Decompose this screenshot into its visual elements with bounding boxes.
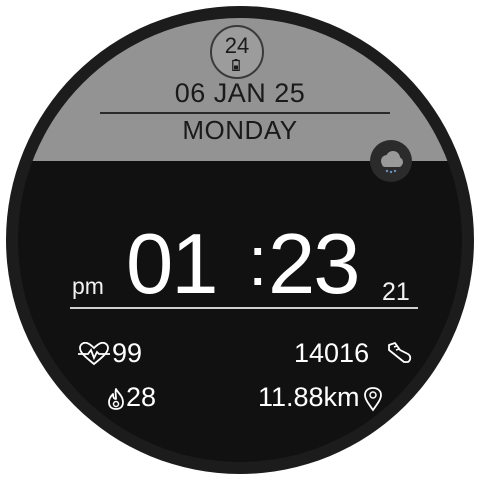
battery-level: 24 [224,33,250,58]
date-text: 06 JAN 25 [174,78,306,108]
time-seconds: 21 [382,278,410,306]
heart-rate-value: 99 [112,338,143,368]
rain-cloud-icon [381,151,403,174]
calories-value: 28 [126,382,157,412]
time-divider [70,307,418,309]
page-indicator-dot [423,373,430,380]
flame-icon [106,387,126,411]
watch-face: 24 06 JAN 25 MONDAY pm 01 : 23 21 99 140… [18,18,462,462]
time-separator: : [248,222,268,300]
watch-bezel: 24 06 JAN 25 MONDAY pm 01 : 23 21 99 140… [6,6,474,474]
location-pin-icon [362,386,384,412]
steps-value: 14016 [294,338,370,368]
battery-complication[interactable]: 24 [210,25,264,79]
shoe-icon [386,340,412,366]
heart-rate-icon [78,342,110,366]
date-divider [100,112,390,114]
battery-icon [232,59,240,71]
am-pm-indicator: pm [72,273,104,299]
time-hours: 01 [126,217,219,312]
distance-value: 11.88km [258,382,360,412]
day-of-week: MONDAY [182,115,298,145]
weather-complication[interactable] [370,140,412,182]
time-minutes: 23 [268,217,361,312]
